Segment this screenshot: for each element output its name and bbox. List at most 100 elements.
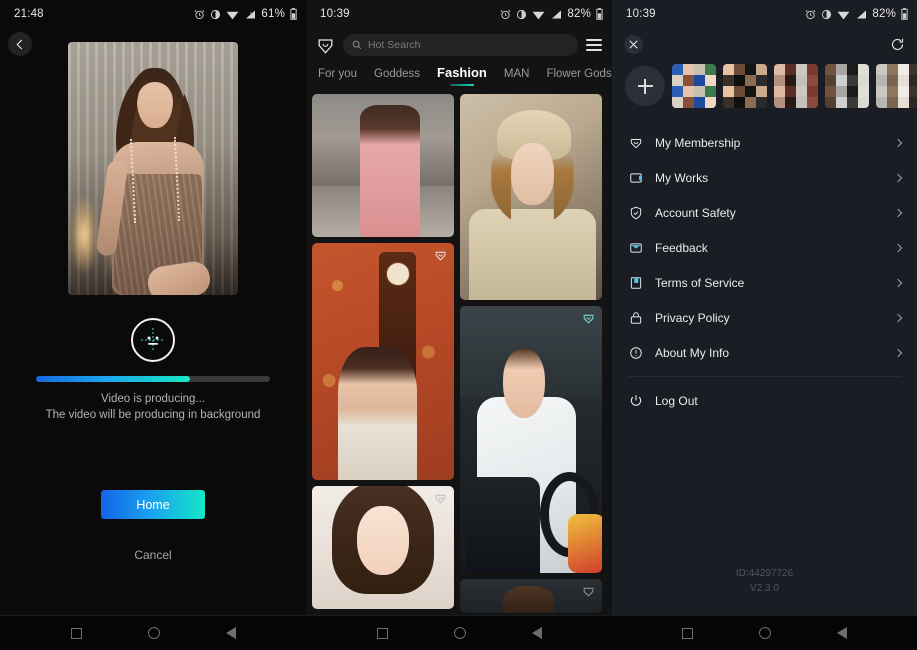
drawer-header [612, 28, 917, 54]
home-nav-button[interactable] [454, 627, 466, 639]
menu-item-label: Terms of Service [655, 276, 895, 290]
mail-icon [628, 241, 644, 255]
document-icon [628, 276, 644, 290]
battery-icon [290, 8, 297, 20]
android-nav-bar-1 [0, 615, 306, 650]
battery-percent: 82% [567, 8, 591, 20]
battery-icon [596, 8, 603, 20]
panel-video-producing: 21:48 x 61% [0, 0, 306, 650]
cancel-button[interactable]: Cancel [0, 548, 306, 562]
premium-badge-icon[interactable] [582, 585, 595, 598]
close-icon[interactable] [624, 35, 643, 54]
feed-card-qipao-clock[interactable] [312, 243, 454, 480]
menu-item-account-safety[interactable]: Account Safety [612, 195, 917, 230]
chevron-right-icon [894, 348, 902, 356]
signal-icon [855, 9, 867, 20]
shield-check-icon [628, 206, 644, 220]
menu-item-terms-of-service[interactable]: Terms of Service [612, 265, 917, 300]
progress-text-block: Video is producing... The video will be … [0, 391, 306, 423]
menu-item-label: My Membership [655, 136, 895, 150]
wifi-icon [837, 9, 850, 20]
avatar-strip[interactable] [612, 54, 917, 108]
menu-item-feedback[interactable]: Feedback [612, 230, 917, 265]
lock-icon [628, 311, 644, 325]
feed-card-portrait-closeup[interactable] [312, 486, 454, 609]
back-nav-button[interactable] [837, 627, 847, 639]
search-input[interactable]: Hot Search [343, 34, 578, 56]
diamond-icon [628, 136, 644, 150]
recents-button[interactable] [682, 628, 693, 639]
home-nav-button[interactable] [759, 627, 771, 639]
chevron-right-icon [894, 278, 902, 286]
power-icon [628, 394, 644, 408]
alarm-icon [500, 9, 511, 20]
premium-badge-icon[interactable] [434, 492, 447, 505]
category-tab-bar: For youGoddessFashionMANFlower GodsEight… [306, 60, 612, 88]
home-nav-button[interactable] [148, 627, 160, 639]
tab-man[interactable]: MAN [504, 68, 530, 88]
chevron-right-icon [894, 313, 902, 321]
card-image [312, 243, 454, 480]
user-id: ID:44297726 [612, 566, 917, 581]
recents-button[interactable] [71, 628, 82, 639]
progress-secondary-text: The video will be producing in backgroun… [0, 407, 306, 423]
menu-item-log-out[interactable]: Log Out [612, 383, 917, 418]
dnd-icon [210, 9, 221, 20]
refresh-icon[interactable] [890, 37, 905, 52]
menu-item-label: My Works [655, 171, 895, 185]
feed-card-partial-bottom[interactable] [460, 579, 602, 613]
android-nav-bar-2 [306, 615, 612, 650]
menu-item-about-my-info[interactable]: About My Info [612, 335, 917, 370]
chevron-right-icon [894, 208, 902, 216]
card-image [312, 486, 454, 609]
back-nav-button[interactable] [226, 627, 236, 639]
status-time: 10:39 [320, 8, 350, 20]
android-nav-bar-3 [612, 615, 917, 650]
feed-column-left [312, 94, 454, 613]
tab-flower-gods[interactable]: Flower Gods [546, 68, 611, 88]
avatar[interactable] [825, 64, 869, 108]
recents-button[interactable] [377, 628, 388, 639]
wifi-icon [532, 9, 545, 20]
menu-item-privacy-policy[interactable]: Privacy Policy [612, 300, 917, 335]
info-icon [628, 346, 644, 360]
menu-item-my-membership[interactable]: My Membership [612, 125, 917, 160]
menu-item-my-works[interactable]: My Works [612, 160, 917, 195]
menu-item-label: Account Safety [655, 206, 895, 220]
svg-text:x: x [250, 11, 252, 15]
wifi-icon [226, 9, 239, 20]
tab-goddess[interactable]: Goddess [374, 68, 420, 88]
back-nav-button[interactable] [532, 627, 542, 639]
progress-primary-text: Video is producing... [0, 391, 306, 407]
three-phone-screenshots: 21:48 x 61% [0, 0, 917, 650]
dnd-icon [516, 9, 527, 20]
app-header: Hot Search [306, 28, 612, 60]
feed-card-beret-woman[interactable] [460, 94, 602, 300]
face-scan-icon [131, 318, 175, 362]
hamburger-menu-icon[interactable] [586, 39, 602, 51]
account-menu-list: My Membership My Works Account Safety Feedb… [612, 125, 917, 370]
premium-badge-icon[interactable] [434, 249, 447, 262]
home-button-primary[interactable]: Home [101, 490, 205, 519]
feed-card-pink-dress-street[interactable] [312, 94, 454, 237]
add-avatar-button[interactable] [625, 66, 665, 106]
diamond-logo-icon[interactable] [316, 36, 335, 55]
avatar[interactable] [774, 64, 818, 108]
avatar[interactable] [876, 64, 917, 108]
tab-for-you[interactable]: For you [318, 68, 357, 88]
avatar[interactable] [672, 64, 716, 108]
preview-photo [68, 42, 238, 295]
menu-item-label: Privacy Policy [655, 311, 895, 325]
chevron-right-icon [894, 243, 902, 251]
back-button[interactable] [8, 32, 32, 56]
avatar[interactable] [723, 64, 767, 108]
photo-subject [104, 68, 208, 295]
premium-badge-icon[interactable] [582, 312, 595, 325]
chevron-right-icon [894, 138, 902, 146]
tab-fashion[interactable]: Fashion [437, 65, 487, 88]
card-image [460, 579, 602, 613]
feed-card-racing-suit[interactable] [460, 306, 602, 573]
chevron-right-icon [894, 173, 902, 181]
status-bar-1: 21:48 x 61% [0, 0, 306, 28]
photo-light-left [71, 197, 97, 273]
